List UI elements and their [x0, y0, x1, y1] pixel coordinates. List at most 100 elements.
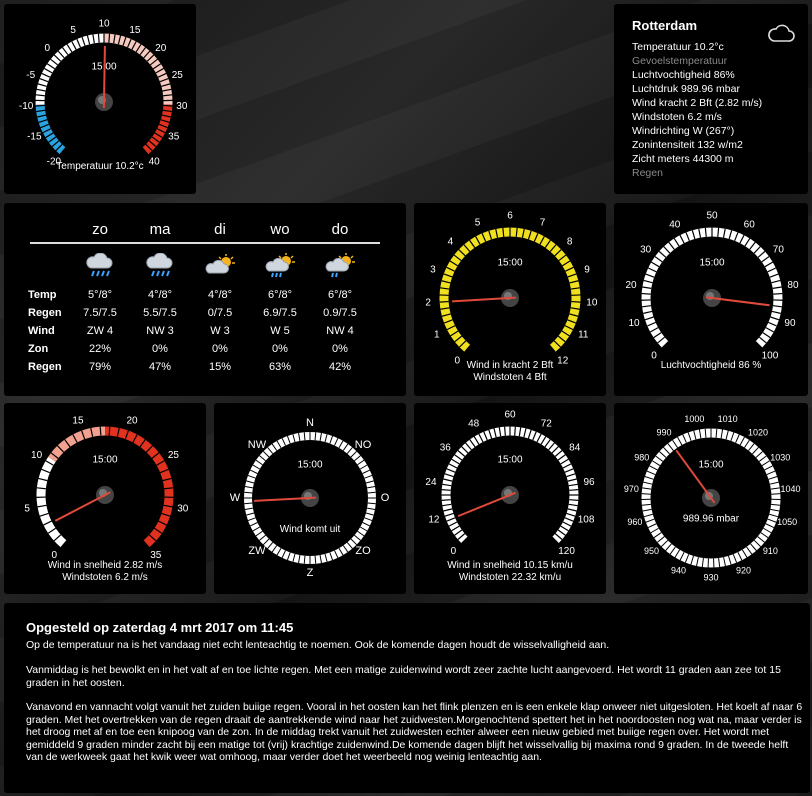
scale-label: 15 — [72, 415, 84, 426]
scale-label: 10 — [586, 297, 598, 308]
scale-label: 920 — [736, 565, 751, 575]
report-paragraph: Op de temperatuur na is het vandaag niet… — [26, 639, 610, 651]
scale-label: 50 — [706, 211, 718, 222]
wind-kmh-gauge: 0 12 24 36 48 60 72 84 96 108 120 15:00 Wind in sne… — [414, 403, 606, 594]
scale-tick — [367, 491, 376, 494]
scale-label: 25 — [172, 70, 184, 81]
scale-label: 70 — [773, 244, 785, 255]
scale-tick — [504, 426, 506, 436]
forecast-cell: 0.9/7.5 — [323, 307, 357, 319]
compass-caption: Wind komt uit — [279, 524, 341, 535]
sun-cloud-icon — [205, 254, 235, 274]
forecast-cell: W 3 — [210, 325, 230, 337]
scale-label: 960 — [627, 517, 642, 527]
scale-label: 7 — [540, 217, 546, 228]
scale-label: 30 — [640, 244, 652, 255]
forecast-table: zo ma di wo do Temp 5°/8° 4°/8° 4°/8° 6°/8° 6… — [4, 203, 406, 396]
compass-direction: ZW — [248, 545, 266, 557]
compass-direction: O — [381, 492, 390, 504]
scale-label: 1040 — [781, 484, 801, 494]
wind-ms-gauge: 0 5 10 15 20 25 30 35 15:00 Wind in snelheid 2.8… — [4, 403, 206, 594]
scale-label: 990 — [656, 428, 671, 438]
forecast-day: zo — [92, 221, 108, 238]
scale-label: 84 — [569, 443, 581, 454]
scale-label: 20 — [126, 415, 138, 426]
scale-label: 5 — [24, 503, 30, 514]
scale-tick — [571, 300, 581, 303]
scale-label: 6 — [507, 211, 513, 222]
scale-label: 5 — [475, 217, 481, 228]
conditions-row: Luchtdruk 989.96 mbar — [632, 83, 740, 95]
scale-label: 930 — [703, 572, 718, 582]
forecast-cell: 42% — [328, 361, 352, 373]
conditions-row: Zonintensiteit 132 w/m2 — [632, 139, 743, 151]
scale-tick — [439, 300, 449, 303]
forecast-divider — [30, 242, 380, 244]
temperature-gauge: -20-15-10-5051015202530354015:00 Tempera… — [4, 4, 196, 194]
forecast-cell: 0% — [152, 343, 168, 355]
humidity-gauge: 0 10 20 30 40 50 60 70 80 90 100 15:00 Luchtvochtig… — [614, 203, 808, 396]
report-title: Opgesteld op zaterdag 4 mrt 2017 om 11:4… — [26, 620, 294, 635]
scale-tick — [108, 426, 111, 436]
forecast-cell: 79% — [88, 361, 112, 373]
scale-arc — [441, 426, 579, 544]
wind-direction-compass: N NO O ZO Z ZW W NW 15:00 Wind komt uit — [214, 403, 406, 594]
forecast-cell: 5°/8° — [87, 289, 113, 301]
scale-label: 1030 — [770, 452, 790, 462]
scale-arc — [142, 104, 173, 155]
conditions-row: Temperatuur 10.2°c — [632, 41, 724, 53]
scale-tick — [441, 489, 451, 491]
forecast-day: do — [331, 221, 349, 238]
conditions-row: Windrichting W (267°) — [632, 125, 735, 137]
scale-label: 96 — [583, 477, 595, 488]
scale-label: 20 — [625, 280, 637, 291]
scale-tick — [108, 33, 111, 43]
scale-label: 80 — [787, 280, 799, 291]
scale-label: 12 — [428, 514, 440, 525]
scale-label: 2 — [425, 297, 431, 308]
conditions-row: Windstoten 6.2 m/s — [632, 111, 722, 123]
scale-tick — [641, 292, 651, 295]
compass-direction: Z — [307, 567, 314, 579]
gauge-time: 15:00 — [297, 460, 322, 471]
wind-beaufort-gauge: 0 1 2 3 4 5 6 7 8 9 10 11 12 15:00 Wind in kracht 2 B… — [414, 203, 606, 396]
temperature-caption: Temperatuur 10.2°c — [56, 161, 144, 172]
scale-tick — [367, 502, 376, 505]
current-conditions-panel: Rotterdam Temperatuur 10.2°c Gevoelstemp… — [614, 4, 808, 194]
scale-arc — [36, 456, 67, 548]
scale-tick — [771, 493, 781, 495]
gauge-time: 15:00 — [698, 460, 723, 471]
report-paragraph: Vanmiddag is het bewolkt en in het valt … — [26, 664, 781, 689]
forecast-cell: W 5 — [270, 325, 290, 337]
gusts-kmh-caption: Windstoten 22.32 km/u — [458, 572, 562, 583]
forecast-cell: 6°/8° — [267, 289, 293, 301]
scale-label: 10 — [628, 318, 640, 329]
scale-label: 3 — [430, 265, 436, 276]
compass-direction: N — [306, 417, 314, 429]
scale-label: 910 — [763, 546, 778, 556]
scale-label: 940 — [671, 565, 686, 575]
conditions-row: Wind kracht 2 Bft (2.82 m/s) — [632, 97, 763, 109]
scale-label: 40 — [669, 220, 681, 231]
forecast-cell: 6°/8° — [327, 289, 353, 301]
forecast-day: di — [214, 221, 226, 238]
humidity-caption: Luchtvochtigheid 86 % — [660, 360, 762, 371]
scale-label: 1010 — [718, 414, 738, 424]
city-name: Rotterdam — [632, 18, 698, 33]
scale-label: 4 — [448, 236, 454, 247]
scale-tick — [35, 104, 45, 107]
scale-label: 30 — [176, 101, 188, 112]
gauge-time: 15:00 — [497, 455, 522, 466]
gauge-time: 15:00 — [92, 455, 117, 466]
scale-label: 9 — [584, 265, 590, 276]
scale-tick — [717, 227, 720, 237]
scale-tick — [569, 489, 579, 491]
forecast-cell: NW 4 — [326, 325, 354, 337]
scale-label: 1020 — [748, 428, 768, 438]
scale-tick — [244, 502, 253, 505]
gauge-needle — [675, 449, 716, 504]
gusts-beaufort-caption: Windstoten 4 Bft — [473, 372, 547, 383]
conditions-row: Zicht meters 44300 m — [632, 153, 734, 165]
forecast-cell: 7.5/7.5 — [83, 307, 117, 319]
forecast-cell: 5.5/7.5 — [143, 307, 177, 319]
